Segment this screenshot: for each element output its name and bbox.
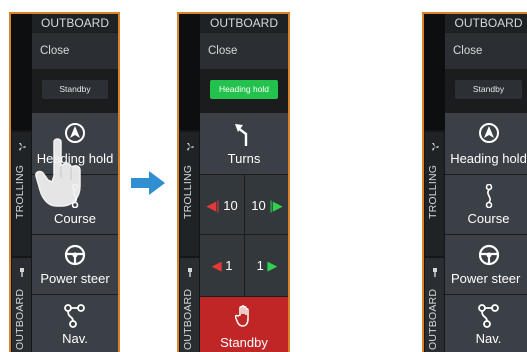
- close-button[interactable]: Close: [445, 33, 527, 69]
- power-steer-button[interactable]: Power steer: [32, 234, 118, 294]
- heading-hold-label: Heading hold: [450, 151, 527, 166]
- compass-arrow-icon: [478, 123, 499, 143]
- port-arrow-icon: ◀: [211, 258, 222, 273]
- starboard-1-value: 1 ▶: [256, 258, 278, 273]
- close-button[interactable]: Close: [200, 33, 288, 69]
- port-10-button[interactable]: ◀| 10: [200, 174, 245, 234]
- hand-stop-icon: [235, 305, 249, 327]
- mode-status-badge: Heading hold: [210, 80, 278, 99]
- starboard-10-value: 10 |▶: [251, 198, 283, 213]
- sidebar-label-outboard: OUTBOARD: [14, 288, 26, 350]
- sidebar-label-outboard: OUTBOARD: [427, 288, 439, 350]
- propeller-icon: [187, 143, 194, 151]
- close-button[interactable]: Close: [32, 33, 118, 69]
- panel-title: OUTBOARD: [445, 14, 527, 32]
- outboard-motor-icon: [20, 268, 24, 277]
- propeller-icon: [432, 143, 439, 151]
- sidebar: TROLLING OUTBOARD: [179, 14, 200, 352]
- turns-label: Turns: [227, 151, 261, 166]
- sidebar-tab-trolling[interactable]: TROLLING: [180, 132, 199, 256]
- sidebar-label-outboard: OUTBOARD: [182, 288, 194, 350]
- standby-button[interactable]: Standby: [200, 296, 288, 352]
- mode-status-badge: Standby: [42, 80, 108, 99]
- sidebar-top: [11, 14, 32, 130]
- sidebar-tab-outboard[interactable]: OUTBOARD: [180, 258, 199, 352]
- sidebar-label-trolling: TROLLING: [14, 164, 26, 220]
- port-arrow-icon: ◀|: [206, 198, 220, 213]
- power-steer-label: Power steer: [40, 271, 110, 286]
- route-icon: [64, 304, 85, 328]
- starboard-1-button[interactable]: 1 ▶: [245, 234, 288, 296]
- nav-button[interactable]: Nav.: [445, 294, 527, 352]
- transition-arrow-icon: [131, 171, 165, 195]
- propeller-icon: [19, 143, 26, 151]
- mode-status-badge: Standby: [455, 80, 522, 99]
- steering-wheel-icon: [64, 244, 86, 266]
- port-10-value: ◀| 10: [206, 198, 238, 213]
- course-button[interactable]: Course: [445, 174, 527, 234]
- panel-title: OUTBOARD: [200, 14, 288, 32]
- port-1-button[interactable]: ◀ 1: [200, 234, 245, 296]
- sidebar: TROLLING OUTBOARD: [424, 14, 445, 352]
- sidebar-label-trolling: TROLLING: [427, 164, 439, 220]
- heading-hold-button[interactable]: Heading hold: [445, 112, 527, 174]
- touch-hand-icon: [35, 138, 81, 207]
- sidebar-top: [424, 14, 445, 130]
- turns-button[interactable]: Turns: [200, 112, 288, 174]
- standby-label: Standby: [220, 335, 268, 350]
- route-icon: [477, 304, 499, 328]
- power-steer-button[interactable]: Power steer: [445, 234, 527, 294]
- outboard-motor-icon: [188, 268, 192, 277]
- autopilot-panel-heading-hold: TROLLING OUTBOARD OUTBOARD Close Heading…: [177, 12, 290, 352]
- turn-arrow-icon: [235, 124, 248, 146]
- outboard-motor-icon: [433, 268, 437, 277]
- autopilot-panel-standby: TROLLING OUTBOARD OUTBOARD Close Standby…: [422, 12, 527, 352]
- course-icon: [485, 184, 492, 208]
- steering-wheel-icon: [478, 244, 499, 266]
- starboard-arrow-icon: ▶: [267, 258, 278, 273]
- sidebar-label-trolling: TROLLING: [182, 164, 194, 220]
- course-label: Course: [54, 211, 96, 226]
- course-label: Course: [467, 211, 510, 226]
- panel-title: OUTBOARD: [32, 14, 118, 32]
- port-1-value: ◀ 1: [211, 258, 233, 273]
- sidebar-tab-outboard[interactable]: OUTBOARD: [425, 258, 444, 352]
- starboard-10-button[interactable]: 10 |▶: [245, 174, 288, 234]
- starboard-arrow-icon: |▶: [269, 198, 283, 213]
- sidebar-tab-trolling[interactable]: TROLLING: [12, 132, 31, 256]
- nav-label: Nav.: [475, 331, 502, 346]
- sidebar-tab-outboard[interactable]: OUTBOARD: [12, 258, 31, 352]
- sidebar-top: [179, 14, 200, 130]
- power-steer-label: Power steer: [451, 271, 521, 286]
- nav-button[interactable]: Nav.: [32, 294, 118, 352]
- sidebar-tab-trolling[interactable]: TROLLING: [425, 132, 444, 256]
- nav-label: Nav.: [62, 331, 88, 346]
- sidebar: TROLLING OUTBOARD: [11, 14, 32, 352]
